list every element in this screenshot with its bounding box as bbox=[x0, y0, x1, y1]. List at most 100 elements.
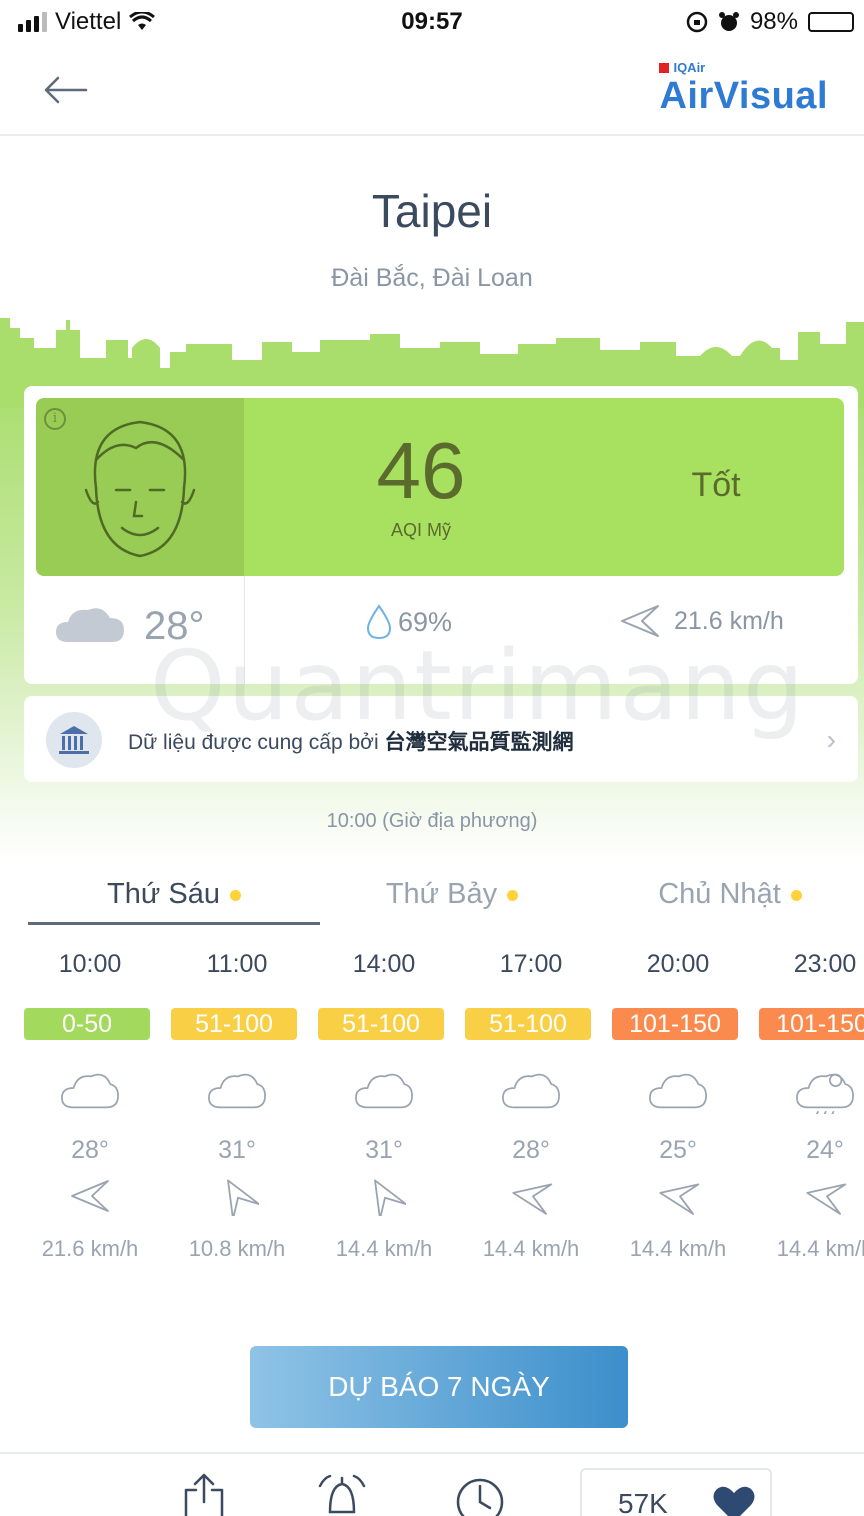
status-dot bbox=[229, 889, 241, 901]
hour-temperature: 28° bbox=[71, 1136, 109, 1164]
active-tab-indicator bbox=[28, 922, 320, 925]
brand-name: AirVisual bbox=[659, 75, 828, 117]
notification-button[interactable] bbox=[316, 1472, 368, 1516]
orientation-lock-icon bbox=[686, 11, 708, 33]
smiling-face-icon bbox=[84, 420, 196, 558]
hourly-item: 14:00 51-100 31° 14.4 km/h bbox=[314, 950, 454, 1270]
hour-temperature: 24° bbox=[806, 1136, 844, 1164]
status-right: 98% bbox=[686, 8, 854, 36]
water-drop-icon bbox=[366, 604, 392, 640]
aqi-range-badge: 101-150 bbox=[759, 1008, 864, 1040]
cloud-icon bbox=[649, 1073, 707, 1109]
humidity: 69% bbox=[366, 604, 452, 640]
hourly-item: 23:00 101-150 24° 14.4 km/h bbox=[755, 950, 864, 1270]
hour-time: 20:00 bbox=[646, 950, 710, 978]
tab-label: Thứ Bảy bbox=[385, 878, 498, 910]
hourly-item: 20:00 101-150 25° 14.4 km/h bbox=[608, 950, 748, 1270]
face-panel: i bbox=[36, 398, 244, 576]
app-header: IQAir AirVisual bbox=[0, 50, 864, 136]
seven-day-forecast-button[interactable]: DỰ BÁO 7 NGÀY bbox=[250, 1346, 628, 1428]
hour-time: 23:00 bbox=[793, 950, 857, 978]
hour-wind-speed: 14.4 km/h bbox=[482, 1236, 580, 1261]
divider bbox=[244, 576, 245, 684]
hour-wind-speed: 10.8 km/h bbox=[188, 1236, 286, 1261]
tab-label: Chủ Nhật bbox=[658, 878, 781, 910]
wind-direction-icon bbox=[71, 1180, 109, 1212]
hourly-item: 11:00 51-100 31° 10.8 km/h bbox=[167, 950, 307, 1270]
rain-cloud-icon bbox=[796, 1073, 854, 1114]
aqi-range-badge: 51-100 bbox=[318, 1008, 444, 1040]
bottom-toolbar: 57K bbox=[0, 1452, 864, 1516]
swiss-flag-icon bbox=[659, 62, 670, 73]
cloud-icon bbox=[355, 1073, 413, 1109]
back-button[interactable] bbox=[40, 70, 90, 110]
brand-small-label: IQAir bbox=[673, 60, 706, 75]
wind-direction-icon bbox=[374, 1179, 406, 1216]
aqi-status: Tốt bbox=[691, 466, 741, 504]
hour-temperature: 25° bbox=[659, 1136, 697, 1164]
back-arrow-icon bbox=[44, 76, 88, 104]
tab-saturday[interactable]: Thứ Bảy bbox=[322, 878, 582, 928]
hour-wind-speed: 21.6 km/h bbox=[41, 1236, 139, 1261]
wind-direction-icon bbox=[806, 1183, 847, 1215]
cloud-icon bbox=[61, 1073, 119, 1109]
current-temperature: 28° bbox=[144, 604, 205, 648]
institution-icon bbox=[59, 726, 89, 754]
status-dot bbox=[790, 889, 802, 901]
provider-avatar bbox=[46, 712, 102, 768]
battery-icon bbox=[808, 12, 854, 32]
aqi-range-badge: 0-50 bbox=[24, 1008, 150, 1040]
wind-value: 21.6 km/h bbox=[674, 606, 784, 635]
tab-friday[interactable]: Thứ Sáu bbox=[28, 878, 320, 928]
likes-button[interactable]: 57K bbox=[580, 1468, 772, 1516]
current-weather-row: 28° 69% 21.6 km/h bbox=[24, 576, 858, 684]
hour-wind-speed: 14.4 km/h bbox=[776, 1236, 864, 1261]
tab-sunday[interactable]: Chủ Nhật bbox=[596, 878, 864, 928]
hour-temperature: 31° bbox=[365, 1136, 403, 1164]
brand-logo: IQAir AirVisual bbox=[659, 60, 828, 117]
humidity-value: 69% bbox=[398, 606, 453, 637]
hour-temperature: 28° bbox=[512, 1136, 550, 1164]
aqi-card: i 46 AQI Mỹ Tốt 28° 69% 21.6 km/h bbox=[24, 386, 858, 684]
provider-text: Dữ liệu được cung cấp bởi 台灣空氣品質監測網 bbox=[128, 726, 573, 756]
share-icon bbox=[184, 1473, 224, 1516]
battery-percent: 98% bbox=[749, 8, 798, 35]
share-button[interactable] bbox=[178, 1472, 230, 1516]
hour-wind-speed: 14.4 km/h bbox=[335, 1236, 433, 1261]
history-button[interactable] bbox=[454, 1472, 506, 1516]
cloud-icon bbox=[208, 1073, 266, 1109]
hour-time: 10:00 bbox=[58, 950, 122, 978]
provider-prefix: Dữ liệu được cung cấp bởi bbox=[128, 731, 385, 754]
chevron-right-icon[interactable]: › bbox=[827, 724, 836, 756]
tab-label: Thứ Sáu bbox=[107, 878, 220, 910]
alarm-icon bbox=[718, 12, 739, 31]
bell-icon bbox=[318, 1474, 366, 1514]
wind-direction-icon bbox=[621, 605, 659, 637]
city-title: Taipei bbox=[371, 185, 493, 237]
wind-direction-icon bbox=[512, 1183, 553, 1215]
local-time: 10:00 (Giờ địa phương) bbox=[326, 810, 538, 832]
aqi-unit-label: AQI Mỹ bbox=[390, 520, 451, 540]
cloud-icon bbox=[502, 1073, 560, 1109]
status-bar: Viettel 09:57 98% bbox=[0, 0, 864, 44]
aqi-value: 46 bbox=[376, 426, 466, 515]
wind-direction-icon bbox=[659, 1183, 700, 1215]
aqi-range-badge: 101-150 bbox=[612, 1008, 738, 1040]
aqi-range-badge: 51-100 bbox=[171, 1008, 297, 1040]
cloud-icon bbox=[56, 608, 124, 642]
hourly-item: 10:00 0-50 28° 21.6 km/h bbox=[20, 950, 160, 1270]
hour-wind-speed: 14.4 km/h bbox=[629, 1236, 727, 1261]
provider-name[interactable]: 台灣空氣品質監測網 bbox=[384, 731, 573, 754]
wind: 21.6 km/h bbox=[620, 604, 784, 638]
aqi-panel[interactable]: i 46 AQI Mỹ Tốt bbox=[36, 398, 844, 576]
clock-icon bbox=[456, 1478, 504, 1516]
heart-icon bbox=[713, 1486, 755, 1516]
likes-count: 57K bbox=[618, 1488, 668, 1516]
city-subtitle: Đài Bắc, Đài Loan bbox=[331, 264, 533, 292]
aqi-range-badge: 51-100 bbox=[465, 1008, 591, 1040]
data-provider-row[interactable]: Dữ liệu được cung cấp bởi 台灣空氣品質監測網 › bbox=[24, 696, 858, 782]
hourly-item: 17:00 51-100 28° 14.4 km/h bbox=[461, 950, 601, 1270]
hour-temperature: 31° bbox=[218, 1136, 256, 1164]
hour-time: 17:00 bbox=[499, 950, 563, 978]
hour-time: 14:00 bbox=[352, 950, 416, 978]
